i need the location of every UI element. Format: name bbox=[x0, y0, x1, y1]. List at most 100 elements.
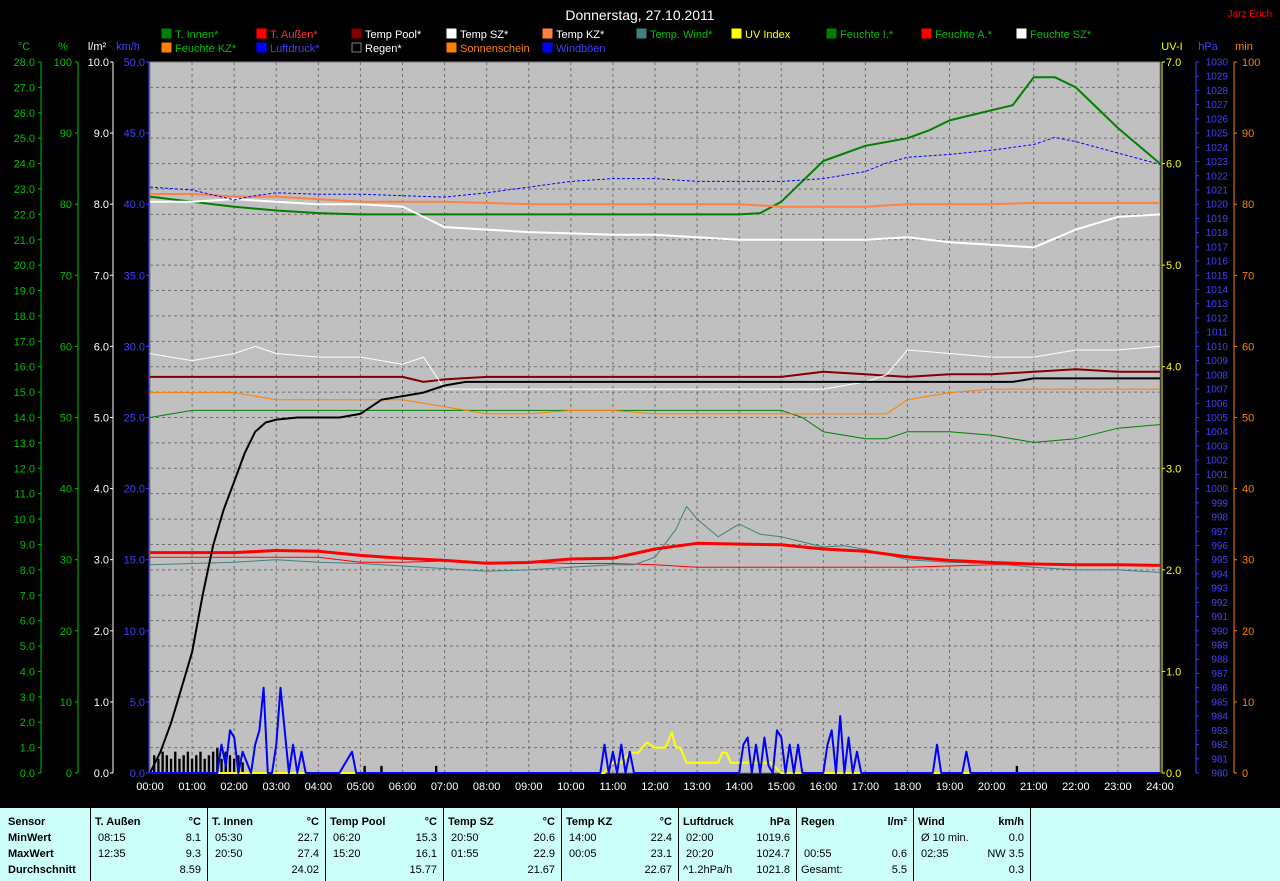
axis-tick-label: 10.0 bbox=[88, 57, 109, 69]
x-tick-label: 17:00 bbox=[852, 781, 880, 793]
axis-tick-label: 1006 bbox=[1206, 399, 1229, 410]
axis-tick-label: 30 bbox=[60, 555, 72, 567]
legend-swatch bbox=[921, 28, 932, 39]
legend-swatch bbox=[256, 28, 267, 39]
x-tick-label: 11:00 bbox=[600, 781, 627, 793]
x-tick-label: 15:00 bbox=[767, 781, 795, 793]
axis-tick-label: 6.0 bbox=[1166, 159, 1181, 171]
x-tick-label: 20:00 bbox=[978, 781, 1006, 793]
summary-cell: 27.4 bbox=[297, 848, 319, 860]
summary-cell: 22.67 bbox=[644, 864, 672, 876]
x-tick-label: 19:00 bbox=[936, 781, 964, 793]
axis-tick-label: 40 bbox=[1242, 484, 1254, 496]
axis-tick-label: 45.0 bbox=[124, 128, 145, 140]
axis-tick-label: 1025 bbox=[1206, 129, 1229, 140]
x-tick-label: 18:00 bbox=[894, 781, 922, 793]
axis-tick-label: 1015 bbox=[1206, 271, 1229, 282]
summary-cell: 20.6 bbox=[533, 832, 555, 844]
axis-tick-label: 990 bbox=[1211, 626, 1228, 637]
axis-tick-label: 998 bbox=[1211, 513, 1228, 524]
axis-tick-label: 983 bbox=[1211, 726, 1228, 737]
axis-tick-label: 10 bbox=[1242, 697, 1254, 709]
legend-label: Luftdruck* bbox=[270, 43, 320, 55]
summary-cell: 8.1 bbox=[185, 832, 201, 844]
summary-cell: 1019.6 bbox=[756, 832, 790, 844]
legend-swatch bbox=[256, 42, 267, 53]
axis-tick-label: 1013 bbox=[1206, 299, 1229, 310]
axis-tick-label: 90 bbox=[60, 128, 72, 140]
axis-tick-label: 2.0 bbox=[20, 717, 35, 729]
x-tick-label: 09:00 bbox=[515, 781, 543, 793]
rain-bar bbox=[232, 758, 236, 773]
axis-tick-label: 60 bbox=[1242, 341, 1254, 353]
axis-tick-label: 1019 bbox=[1206, 214, 1229, 225]
summary-cell: 15.3 bbox=[415, 832, 437, 844]
axis-tick-label: 982 bbox=[1211, 740, 1228, 751]
axis-tick-label: 4.0 bbox=[20, 666, 35, 678]
summary-cell: 0.0 bbox=[1008, 832, 1024, 844]
summary-column: T. Außen °C 08:15 8.1 12:35 9.3 8.59 bbox=[90, 808, 208, 881]
axis-tick-label: 3.0 bbox=[20, 692, 35, 704]
axis-tick-label: 1005 bbox=[1206, 413, 1229, 424]
axis-tick-label: 20 bbox=[1242, 626, 1254, 638]
axis-tick-label: 50 bbox=[60, 413, 72, 425]
axis-tick-label: 1011 bbox=[1206, 328, 1228, 339]
x-tick-label: 07:00 bbox=[431, 781, 459, 793]
axis-tick-label: 1012 bbox=[1206, 313, 1229, 324]
legend-swatch bbox=[446, 42, 457, 53]
axis-tick-label: 3.0 bbox=[1166, 463, 1181, 475]
legend-label: Sonnenschein bbox=[460, 43, 530, 55]
legend-label: T. Außen* bbox=[270, 29, 318, 41]
axis-tick-label: 989 bbox=[1211, 641, 1228, 652]
axis-tick-label: 997 bbox=[1211, 527, 1228, 538]
summary-cell: MinWert bbox=[8, 832, 52, 844]
axis-tick-label: 995 bbox=[1211, 555, 1228, 566]
legend-swatch bbox=[731, 28, 742, 39]
axis-tick-label: 0.0 bbox=[130, 768, 145, 780]
legend-label: Temp. Wind* bbox=[650, 29, 713, 41]
legend-swatch bbox=[446, 28, 457, 39]
summary-cell: MaxWert bbox=[8, 848, 54, 860]
axis-tick-label: 1.0 bbox=[20, 743, 35, 755]
summary-column: Regen l/m² 00:55 0.6 Gesamt: 5.5 bbox=[796, 808, 914, 881]
axis-tick-label: 1027 bbox=[1206, 100, 1229, 111]
legend-label: Temp SZ* bbox=[460, 29, 509, 41]
rain-bar bbox=[161, 751, 164, 773]
x-tick-label: 00:00 bbox=[136, 781, 164, 793]
axis-tick-label: 80 bbox=[60, 199, 72, 211]
axis-tick-label: 987 bbox=[1211, 669, 1228, 680]
rain-bar bbox=[203, 758, 206, 773]
axis-tick-label: 1021 bbox=[1206, 185, 1229, 196]
axis-tick-label: 70 bbox=[1242, 270, 1254, 282]
summary-cell: 5.5 bbox=[891, 864, 907, 876]
axis-tick-label: 3.0 bbox=[94, 555, 109, 567]
axis-tick-label: 20 bbox=[60, 626, 72, 638]
summary-column: T. Innen °C 05:30 22.7 20:50 27.4 24.02 bbox=[207, 808, 326, 881]
axis-tick-label: 9.0 bbox=[94, 128, 109, 140]
summary-cell: 1024.7 bbox=[756, 848, 790, 860]
legend-label: Feuchte I.* bbox=[840, 29, 894, 41]
axis-tick-label: 24.0 bbox=[14, 159, 35, 171]
axis-tick-label: 5.0 bbox=[20, 641, 35, 653]
axis-tick-label: 100 bbox=[1242, 57, 1260, 69]
legend-label: Feuchte KZ* bbox=[175, 43, 237, 55]
axis-tick-label: 1023 bbox=[1206, 157, 1229, 168]
axis-tick-label: 50.0 bbox=[124, 57, 145, 69]
axis-tick-label: 1014 bbox=[1206, 285, 1229, 296]
axis-tick-label: 2.0 bbox=[1166, 565, 1181, 577]
axis-tick-label: 10.0 bbox=[14, 514, 35, 526]
axis-tick-label: 0.0 bbox=[94, 768, 109, 780]
axis-tick-label: 991 bbox=[1211, 612, 1228, 623]
axis-tick-label: 1001 bbox=[1206, 470, 1229, 481]
axis-tick-label: 1.0 bbox=[1166, 666, 1181, 678]
summary-column: Temp SZ °C 20:50 20.6 01:55 22.9 21.67 bbox=[443, 808, 562, 881]
axis-tick-label: 986 bbox=[1211, 683, 1228, 694]
axis-tick-label: 27.0 bbox=[14, 82, 35, 94]
rain-bar bbox=[178, 758, 181, 773]
axis-tick-label: 1016 bbox=[1206, 257, 1229, 268]
axis-tick-label: 980 bbox=[1211, 769, 1228, 780]
summary-cell: 0.3 bbox=[1008, 864, 1024, 876]
uv-axis-unit: UV-I bbox=[1161, 41, 1182, 53]
axis-tick-label: 20.0 bbox=[124, 484, 145, 496]
legend-swatch bbox=[542, 42, 553, 53]
